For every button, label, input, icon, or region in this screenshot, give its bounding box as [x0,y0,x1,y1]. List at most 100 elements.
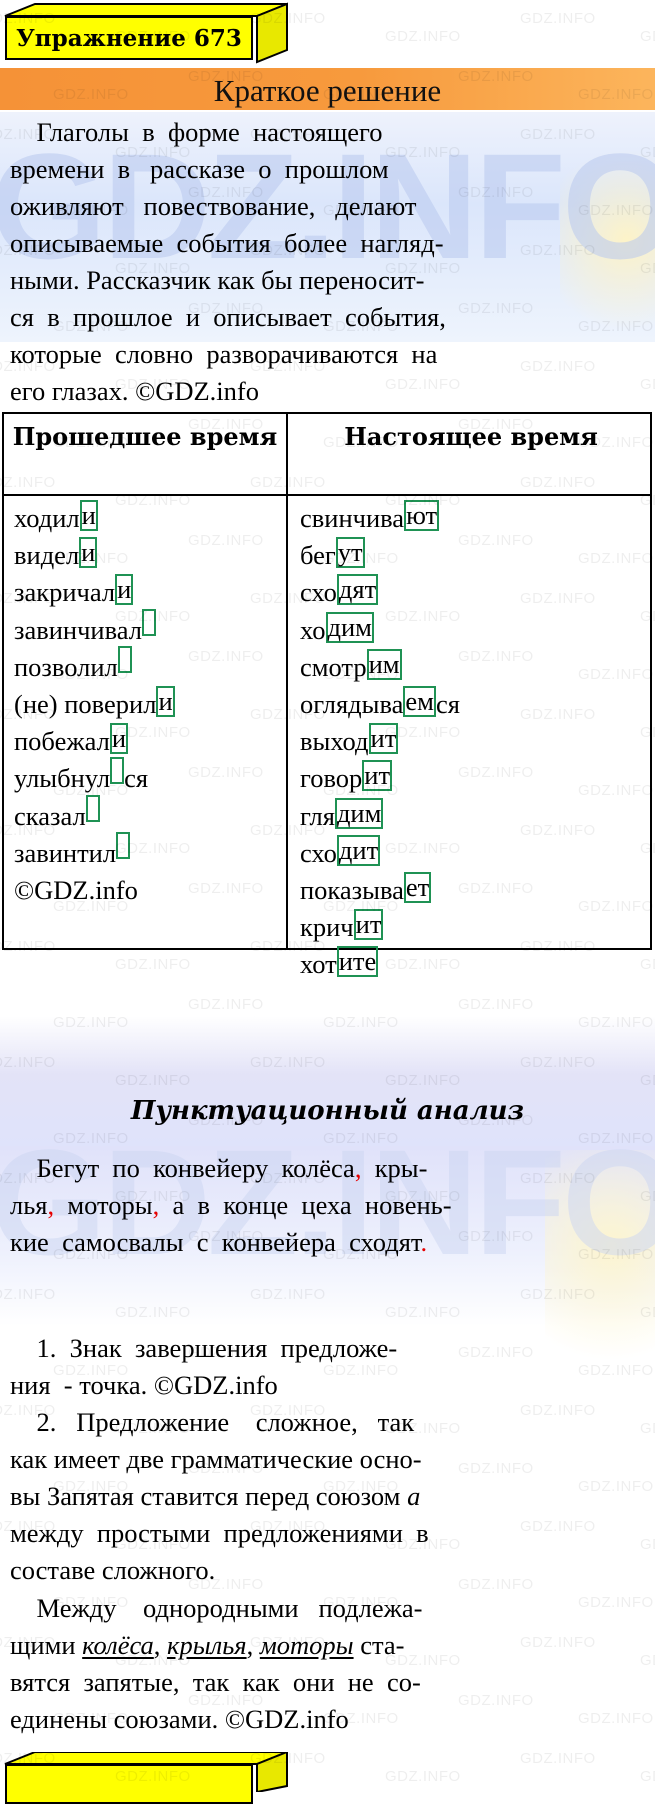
sentence-line-1: Бегут по конвейеру колёса, кры- [10,1150,648,1187]
watermark-text: GDZ.INFO [53,1130,129,1147]
present-verb-item: ходим [300,611,460,649]
intro-line-5: ными. Рассказчик как бы переносит- [10,265,425,295]
exercise-number-face: Упражнение 673 [5,16,253,60]
past-tense-verb-list: ходили видели закричали завинчивал позволил(… [14,500,175,909]
watermark-text: GDZ.INFO [640,1304,655,1321]
past-verb-item: улыбнул ся [14,757,175,797]
ending-highlight-box [116,831,131,859]
punctuation-analysis-title: Пунктуационный анализ [130,1096,525,1126]
watermark-text: GDZ.INFO [520,1054,596,1071]
sentence-text: а в конце цеха новень- [159,1190,452,1220]
ending-highlight-box: ит [368,723,399,755]
watermark-text: GDZ.INFO [115,1072,191,1089]
watermark-text: GDZ.INFO [520,10,596,27]
punctuation-sentence: Бегут по конвейеру колёса, кры-лья, мото… [10,1150,648,1261]
subject-separator: , [246,1630,260,1660]
intro-paragraph: Глаголы в форме настоящего времени в расс… [10,114,648,410]
analysis-item-3: Между однородными подлежа-щими колёса, к… [10,1590,648,1738]
verb-stem: сказал [14,800,86,831]
watermark-text: GDZ.INFO [115,956,191,973]
verb-stem: схо [300,837,337,868]
item3-line-2: щими колёса, крылья, моторы ста- [10,1627,648,1664]
ending-highlight-box: ет [403,872,432,904]
ending-highlight-box: ит [362,760,393,792]
ending-highlight-box: и [79,500,98,531]
item2-line-4: между простыми предложениями в [10,1518,429,1548]
past-verb-item: завинчивал [14,608,175,649]
ending-highlight-box: дит [336,834,381,866]
present-verb-item: бегут [300,537,460,574]
item3-line-4: единены союзами. ©GDZ.info [10,1704,349,1734]
sentence-text: моторы [54,1190,153,1220]
sentence-line-3: кие самосвалы с конвейера сходят. [10,1224,648,1261]
watermark-text: GDZ.INFO [640,1072,655,1089]
past-verb-item: видели [14,537,175,574]
bottom-exercise-box [2,1750,292,1804]
present-verb-item: свинчивают [300,500,460,537]
item2-line-2: как имеет две грамматические осно- [10,1444,422,1474]
verb-suffix: ся [124,763,149,794]
watermark-text: GDZ.INFO [0,1286,56,1303]
verb-stem: завинчивал [14,614,142,645]
page-title: Краткое решение [213,73,442,108]
past-verb-item: (не) поверили [14,686,175,723]
underlined-subject: колёса [82,1630,154,1660]
table-header-past: Прошедшее время [12,422,278,451]
ending-highlight-box: и [79,537,98,569]
watermark-text: GDZ.INFO [458,996,534,1013]
present-verb-item: показывает [300,872,460,909]
verb-stem: хо [300,614,326,645]
verb-stem: позволил [14,651,118,682]
ending-highlight-box: и [156,686,175,718]
past-verb-item: ©GDZ.info [14,875,138,906]
subject-separator: , [153,1630,168,1660]
verb-stem: смотр [300,651,367,682]
tense-comparison-table: Прошедшее время Настоящее время ходили ви… [2,412,652,979]
sentence-text: лья [10,1190,48,1220]
ending-highlight-box: ит [353,909,384,941]
item1-line-1: 1. Знак завершения предложе- [10,1333,398,1363]
watermark-text: GDZ.INFO [578,1130,654,1147]
past-verb-item: ходили [14,500,175,537]
present-verb-item: оглядываемся [300,686,460,723]
verb-stem: крич [300,912,354,943]
ending-highlight-box: ите [336,946,379,978]
past-verb-item: завинтил [14,831,175,872]
verb-stem: побежал [14,726,110,757]
item2-line-3: вы Запятая ставится перед союзом а [10,1481,421,1511]
ending-highlight-box: ут [335,537,365,569]
present-verb-item: глядим [300,797,460,835]
table-header-present: Настоящее время [344,422,598,451]
watermark-text: GDZ.INFO [0,1054,56,1071]
present-verb-item: смотрим [300,648,460,686]
scan-wash-blue-mid [0,1016,655,1146]
ending-highlight-box: ем [403,686,436,718]
verb-stem: ходил [14,503,80,533]
intro-line-1: Глаголы в форме настоящего [10,117,383,147]
watermark-text: GDZ.INFO [385,28,461,45]
verb-stem: улыбнул [14,763,111,794]
watermark-text: GDZ.INFO [640,28,655,45]
verb-stem: (не) поверил [14,689,157,720]
item1-line-2: ния - точка. ©GDZ.info [10,1370,278,1400]
ending-highlight-box: ют [404,500,440,531]
watermark-text: GDZ.INFO [385,1768,461,1785]
intro-line-4: описываемые события более нагляд- [10,228,444,258]
item3-line-3: вятся запятые, так как они не со- [10,1667,421,1697]
intro-line-3: оживляют повествование, делают [10,191,417,221]
verb-suffix: ся [435,689,460,720]
ending-highlight-box [142,608,156,636]
watermark-text: GDZ.INFO [323,1014,399,1031]
sentence-line-2: лья, моторы, а в конце цеха новень- [10,1187,648,1224]
verb-stem: закричал [14,577,116,608]
watermark-text: GDZ.INFO [188,996,264,1013]
watermark-text: GDZ.INFO [115,1304,191,1321]
item3-line2-suffix: ста- [353,1630,405,1660]
ending-highlight-box: им [366,648,402,680]
item2-line-1: 2. Предложение сложное, так [10,1407,415,1437]
verb-stem: показыва [300,875,404,906]
exercise-number-box: Упражнение 673 [2,2,292,72]
analysis-item-2: 2. Предложение сложное, так как имеет две… [10,1404,648,1589]
past-verb-item: сказал [14,794,175,835]
intro-line-2: времени в рассказе о прошлом [10,154,389,184]
